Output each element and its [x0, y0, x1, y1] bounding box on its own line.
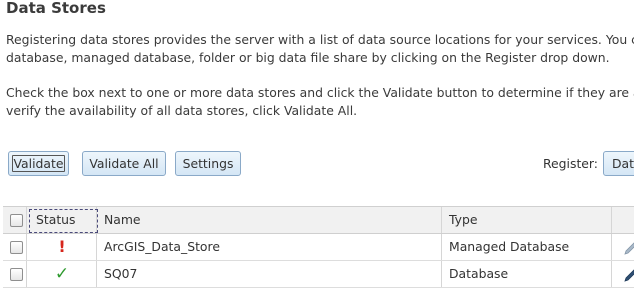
- data-stores-table: Status Name Type ! ArcGIS_Data_Store Man…: [3, 206, 634, 288]
- instructions-paragraph: Check the box next to one or more data s…: [6, 84, 634, 120]
- register-label: Register:: [543, 156, 598, 171]
- row-edit-cell: [612, 261, 634, 287]
- row-select-cell: [3, 234, 27, 260]
- table-row: ! ArcGIS_Data_Store Managed Database: [3, 234, 634, 261]
- row-status-cell: !: [27, 234, 97, 260]
- type-column-header[interactable]: Type: [442, 207, 612, 233]
- status-header-label: Status: [29, 209, 98, 233]
- warning-icon: !: [58, 237, 66, 256]
- instructions-line-2: verify the availability of all data stor…: [6, 103, 358, 118]
- row-name: ArcGIS_Data_Store: [97, 234, 442, 260]
- page-title: Data Stores: [6, 0, 106, 17]
- row-select-cell: [3, 261, 27, 287]
- row-checkbox[interactable]: [10, 241, 23, 254]
- row-name: SQ07: [97, 261, 442, 287]
- instructions-line-1: Check the box next to one or more data s…: [6, 85, 634, 100]
- select-all-cell: [3, 207, 27, 233]
- row-type: Database: [442, 261, 612, 287]
- pencil-icon[interactable]: [623, 240, 634, 256]
- row-checkbox[interactable]: [10, 268, 23, 281]
- settings-button[interactable]: Settings: [175, 151, 241, 176]
- intro-line-1: Registering data stores provides the ser…: [6, 32, 634, 47]
- select-all-checkbox[interactable]: [10, 214, 23, 227]
- row-type: Managed Database: [442, 234, 612, 260]
- row-edit-cell: [612, 234, 634, 260]
- status-column-header[interactable]: Status: [27, 207, 98, 233]
- row-status-cell: ✓: [27, 261, 97, 287]
- intro-line-2: database, managed database, folder or bi…: [6, 50, 610, 65]
- register-dropdown[interactable]: Dat: [603, 151, 634, 176]
- table-row: ✓ SQ07 Database: [3, 261, 634, 288]
- pencil-icon[interactable]: [623, 267, 634, 283]
- edit-column-header: [612, 207, 634, 233]
- validate-button[interactable]: Validate: [8, 151, 69, 176]
- table-header-row: Status Name Type: [3, 207, 634, 234]
- validate-button-label: Validate: [12, 155, 65, 172]
- check-icon: ✓: [54, 264, 70, 284]
- validate-all-button[interactable]: Validate All: [82, 151, 166, 176]
- intro-paragraph: Registering data stores provides the ser…: [6, 31, 634, 67]
- name-column-header[interactable]: Name: [97, 207, 442, 233]
